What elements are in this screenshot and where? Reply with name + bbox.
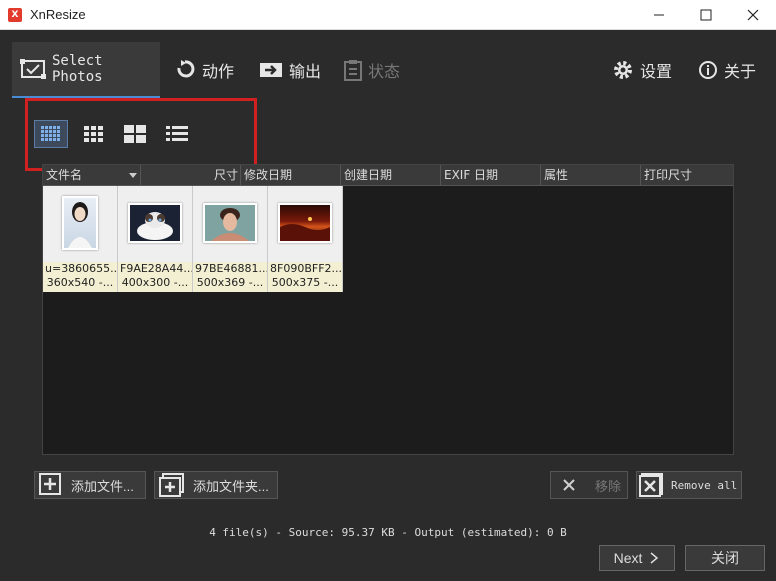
chevron-right-icon <box>650 552 659 564</box>
annotation-highlight-box <box>25 98 257 171</box>
remove-all-label: Remove all <box>671 478 738 492</box>
about-button[interactable]: 关于 <box>698 42 756 98</box>
add-files-button[interactable]: 添加文件... <box>34 471 146 499</box>
photo-thumbnail-image <box>62 196 98 250</box>
remove-button[interactable]: 移除 <box>550 471 628 499</box>
column-print-size[interactable]: 打印尺寸 <box>641 165 733 186</box>
sort-descending-icon <box>129 173 137 178</box>
about-label: 关于 <box>724 64 757 81</box>
column-header-row: 文件名 尺寸 修改日期 创建日期 EXIF 日期 属性 打印尺寸 <box>43 165 733 186</box>
status-icon <box>344 59 362 81</box>
status-summary: 4 file(s) - Source: 95.37 KB - Output (e… <box>209 526 567 539</box>
file-meta: 97BE46881... 500x369 -... <box>193 262 267 292</box>
settings-label: 设置 <box>640 64 673 81</box>
file-thumbnail[interactable]: F9AE28A44... 400x300 -... <box>118 186 193 292</box>
column-label: 文件名 <box>46 168 83 182</box>
remove-x-icon <box>563 479 575 491</box>
settings-button[interactable]: 设置 <box>612 42 672 98</box>
output-icon <box>259 61 283 79</box>
tab-status[interactable]: 状态 <box>344 42 400 98</box>
remove-label: 移除 <box>595 478 622 494</box>
maximize-button[interactable] <box>683 0 729 30</box>
column-exif-date[interactable]: EXIF 日期 <box>441 165 541 186</box>
column-label: 创建日期 <box>344 168 393 182</box>
file-size: 500x375 -... <box>271 276 339 289</box>
next-label: Next <box>613 550 643 566</box>
tab-label: 输出 <box>289 64 322 81</box>
maximize-icon <box>700 9 712 21</box>
gear-icon <box>612 59 634 81</box>
column-label: EXIF 日期 <box>444 168 499 182</box>
column-label: 属性 <box>544 168 569 182</box>
file-name: u=3860655... <box>45 262 117 275</box>
column-created-date[interactable]: 创建日期 <box>341 165 441 186</box>
file-thumbnail[interactable]: u=3860655... 360x540 -... <box>43 186 118 292</box>
thumbnail-grid: u=3860655... 360x540 -... F9AE28A44... 4… <box>43 186 343 292</box>
photo-thumbnail-image <box>128 203 182 243</box>
file-thumbnail[interactable]: 8F090BFF2... 500x375 -... <box>268 186 343 292</box>
action-icon <box>176 59 196 81</box>
add-file-icon <box>39 473 63 497</box>
close-window-button[interactable] <box>730 0 776 30</box>
add-folder-label: 添加文件夹... <box>193 478 269 494</box>
photo-thumbnail-image <box>278 203 332 243</box>
close-label: 关闭 <box>711 550 739 566</box>
file-meta: 8F090BFF2... 500x375 -... <box>268 262 342 292</box>
tab-output[interactable]: 输出 <box>259 42 321 98</box>
title-bar: X XnResize <box>0 0 776 30</box>
add-files-label: 添加文件... <box>71 478 134 494</box>
xnresize-app-icon: X <box>8 8 22 22</box>
remove-all-button[interactable]: Remove all <box>636 471 742 499</box>
add-folder-button[interactable]: 添加文件夹... <box>154 471 278 499</box>
file-meta: u=3860655... 360x540 -... <box>43 262 117 292</box>
column-size[interactable]: 尺寸 <box>141 165 241 186</box>
column-label: 修改日期 <box>244 168 293 182</box>
file-meta: F9AE28A44... 400x300 -... <box>118 262 192 292</box>
column-attributes[interactable]: 属性 <box>541 165 641 186</box>
file-list-panel[interactable]: 文件名 尺寸 修改日期 创建日期 EXIF 日期 属性 打印尺寸 u=38606… <box>42 164 734 455</box>
file-size: 500x369 -... <box>196 276 264 289</box>
file-size: 400x300 -... <box>121 276 189 289</box>
tab-label: Select Photos <box>52 53 103 85</box>
minimize-button[interactable] <box>636 0 682 30</box>
minimize-icon <box>654 14 664 16</box>
column-label: 打印尺寸 <box>644 168 693 182</box>
window-title: XnResize <box>30 7 86 22</box>
file-name: F9AE28A44... <box>120 262 192 275</box>
file-name: 8F090BFF2... <box>270 262 342 275</box>
next-button[interactable]: Next <box>599 545 675 571</box>
column-label: 尺寸 <box>213 168 238 182</box>
column-filename[interactable]: 文件名 <box>43 165 141 186</box>
close-icon <box>747 9 759 21</box>
file-size: 360x540 -... <box>46 276 114 289</box>
add-folder-icon <box>159 473 185 497</box>
photo-thumbnail-image <box>203 203 257 243</box>
select-photos-icon <box>20 59 46 79</box>
remove-all-icon <box>639 473 663 497</box>
tab-bar: Select Photos 动作 输出 状态 设置 关于 <box>0 30 776 98</box>
file-thumbnail[interactable]: 97BE46881... 500x369 -... <box>193 186 268 292</box>
file-name: 97BE46881... <box>195 262 267 275</box>
tab-label: 动作 <box>202 64 235 81</box>
column-modified-date[interactable]: 修改日期 <box>241 165 341 186</box>
info-icon <box>698 60 718 80</box>
tab-label: 状态 <box>368 64 401 81</box>
tab-select-photos[interactable]: Select Photos <box>12 42 160 98</box>
tab-action[interactable]: 动作 <box>176 42 234 98</box>
close-dialog-button[interactable]: 关闭 <box>685 545 765 571</box>
